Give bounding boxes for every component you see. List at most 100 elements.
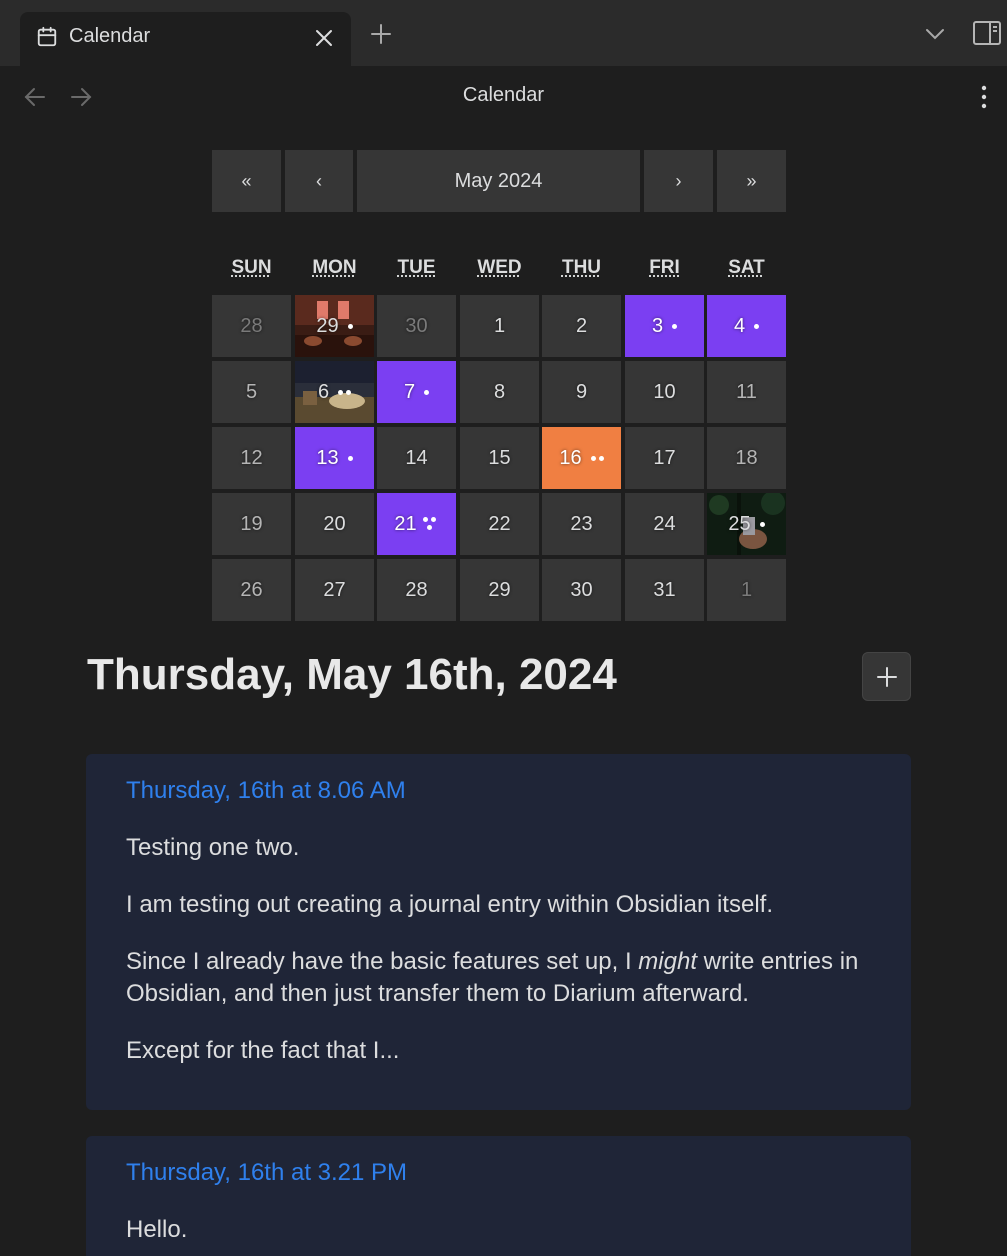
entry-dot bbox=[338, 390, 343, 395]
day-cell[interactable]: 14 bbox=[377, 427, 456, 489]
day-cell[interactable]: 8 bbox=[460, 361, 539, 423]
close-icon[interactable] bbox=[312, 26, 336, 50]
day-cell[interactable]: 12 bbox=[212, 427, 291, 489]
day-cell[interactable]: 22 bbox=[460, 493, 539, 555]
entry-dot bbox=[346, 390, 351, 395]
day-cell[interactable]: 20 bbox=[295, 493, 374, 555]
day-number: 27 bbox=[323, 579, 345, 602]
day-number: 10 bbox=[653, 381, 675, 404]
day-number: 6 bbox=[318, 381, 329, 404]
entry-dots bbox=[338, 390, 351, 395]
day-number: 16 bbox=[559, 447, 581, 470]
entry-dot bbox=[348, 456, 353, 461]
entry-dot bbox=[424, 390, 429, 395]
weekday-wed: WED bbox=[460, 257, 539, 279]
day-number: 17 bbox=[653, 447, 675, 470]
day-cell[interactable]: 11 bbox=[707, 361, 786, 423]
day-cell[interactable]: 18 bbox=[707, 427, 786, 489]
day-cell[interactable]: 21 bbox=[377, 493, 456, 555]
view-title: Calendar bbox=[0, 84, 1007, 107]
plus-icon[interactable] bbox=[369, 22, 393, 46]
day-cell[interactable]: 10 bbox=[625, 361, 704, 423]
day-cell[interactable]: 13 bbox=[295, 427, 374, 489]
next-year-button[interactable]: » bbox=[717, 150, 786, 212]
day-number: 28 bbox=[240, 315, 262, 338]
entry-paragraph: Testing one two. bbox=[126, 832, 886, 864]
day-cell[interactable]: 3 bbox=[625, 295, 704, 357]
arrow-right-icon[interactable] bbox=[68, 85, 94, 109]
day-cell[interactable]: 19 bbox=[212, 493, 291, 555]
day-thumbnail-image bbox=[295, 361, 374, 423]
entry-dot bbox=[423, 517, 428, 522]
entry-paragraph: Since I already have the basic features … bbox=[126, 946, 886, 1010]
day-cell[interactable]: 29 bbox=[460, 559, 539, 621]
entry-title-link[interactable]: Thursday, 16th at 3.21 PM bbox=[126, 1159, 407, 1187]
tab-calendar[interactable]: Calendar bbox=[20, 12, 351, 66]
entry-dot bbox=[431, 517, 436, 522]
day-cell[interactable]: 6 bbox=[295, 361, 374, 423]
day-cell[interactable]: 1 bbox=[707, 559, 786, 621]
journal-entry-card: Thursday, 16th at 3.21 PM Hello. bbox=[86, 1136, 911, 1256]
entry-dots bbox=[348, 456, 353, 461]
next-month-button[interactable]: › bbox=[644, 150, 713, 212]
day-number: 26 bbox=[240, 579, 262, 602]
arrow-left-icon[interactable] bbox=[22, 85, 48, 109]
day-cell[interactable]: 7 bbox=[377, 361, 456, 423]
entry-dot bbox=[760, 522, 765, 527]
day-cell[interactable]: 15 bbox=[460, 427, 539, 489]
day-number: 7 bbox=[404, 381, 415, 404]
entry-dots bbox=[760, 522, 765, 527]
day-cell[interactable]: 28 bbox=[212, 295, 291, 357]
entry-text: Since I already have the basic features … bbox=[126, 948, 638, 975]
day-cell[interactable]: 25 bbox=[707, 493, 786, 555]
day-number: 13 bbox=[316, 447, 338, 470]
entry-title-link[interactable]: Thursday, 16th at 8.06 AM bbox=[126, 777, 406, 805]
weekday-fri: FRI bbox=[625, 257, 704, 279]
day-cell[interactable]: 9 bbox=[542, 361, 621, 423]
day-cell[interactable]: 30 bbox=[377, 295, 456, 357]
day-number: 19 bbox=[240, 513, 262, 536]
day-cell[interactable]: 26 bbox=[212, 559, 291, 621]
day-number: 31 bbox=[653, 579, 675, 602]
day-cell[interactable]: 27 bbox=[295, 559, 374, 621]
prev-year-button[interactable]: « bbox=[212, 150, 281, 212]
day-number: 11 bbox=[736, 381, 757, 404]
day-cell[interactable]: 31 bbox=[625, 559, 704, 621]
day-cell[interactable]: 2 bbox=[542, 295, 621, 357]
day-number: 3 bbox=[652, 315, 663, 338]
weekday-sun: SUN bbox=[212, 257, 291, 279]
more-options-icon[interactable] bbox=[975, 84, 993, 110]
side-panel-icon[interactable] bbox=[972, 19, 1002, 47]
day-number: 5 bbox=[246, 381, 257, 404]
day-cell[interactable]: 1 bbox=[460, 295, 539, 357]
prev-month-button[interactable]: ‹ bbox=[285, 150, 353, 212]
day-cell[interactable]: 28 bbox=[377, 559, 456, 621]
tab-title: Calendar bbox=[69, 25, 150, 48]
day-number: 24 bbox=[653, 513, 675, 536]
day-number: 9 bbox=[576, 381, 587, 404]
page-title: Thursday, May 16th, 2024 bbox=[87, 650, 617, 700]
entry-paragraph: I am testing out creating a journal entr… bbox=[126, 889, 886, 921]
day-cell[interactable]: 29 bbox=[295, 295, 374, 357]
day-number: 12 bbox=[240, 447, 262, 470]
day-number: 25 bbox=[728, 513, 750, 536]
month-label-button[interactable]: May 2024 bbox=[357, 150, 640, 212]
day-cell[interactable]: 23 bbox=[542, 493, 621, 555]
day-number: 8 bbox=[494, 381, 505, 404]
day-cell[interactable]: 16 bbox=[542, 427, 621, 489]
entry-dot bbox=[754, 324, 759, 329]
day-cell[interactable]: 24 bbox=[625, 493, 704, 555]
day-cell[interactable]: 5 bbox=[212, 361, 291, 423]
day-cell[interactable]: 17 bbox=[625, 427, 704, 489]
add-entry-button[interactable] bbox=[862, 652, 911, 701]
day-cell[interactable]: 30 bbox=[542, 559, 621, 621]
day-number: 22 bbox=[488, 513, 510, 536]
entry-dot bbox=[427, 525, 432, 530]
day-number: 21 bbox=[394, 513, 416, 536]
chevron-down-icon[interactable] bbox=[923, 24, 947, 44]
day-number: 30 bbox=[570, 579, 592, 602]
entry-dots bbox=[423, 517, 439, 531]
plus-icon bbox=[876, 666, 898, 688]
day-number: 29 bbox=[488, 579, 510, 602]
day-cell[interactable]: 4 bbox=[707, 295, 786, 357]
